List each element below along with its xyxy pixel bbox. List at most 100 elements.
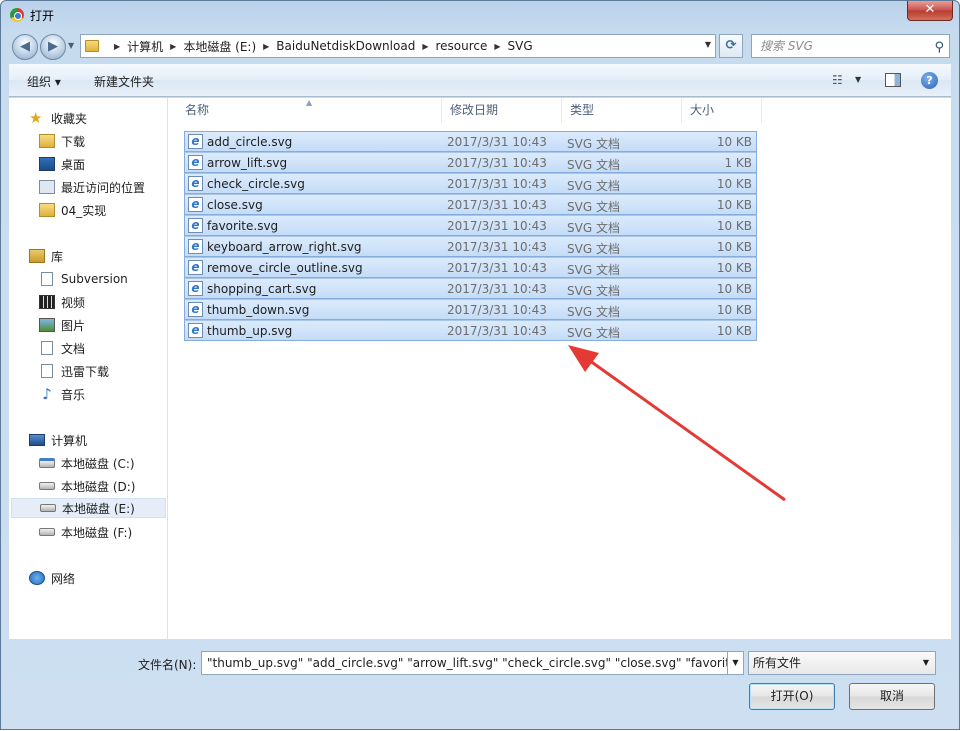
footer: 文件名(N): "thumb_up.svg" "add_circle.svg" … [9, 639, 951, 719]
nav-label: 桌面 [61, 157, 86, 172]
recent-locations-dropdown[interactable]: ▼ [68, 41, 74, 50]
file-name: thumb_up.svg [207, 324, 293, 338]
svg-file-icon: e [188, 176, 203, 191]
breadcrumb-drive-e[interactable]: 本地磁盘 (E:) [183, 38, 256, 55]
cancel-button[interactable]: 取消 [849, 683, 935, 710]
chevron-right-icon[interactable]: ▶ [263, 42, 269, 51]
nav-computer[interactable]: 计算机 [29, 430, 87, 450]
file-date: 2017/3/31 10:43 [447, 303, 547, 317]
file-name: close.svg [207, 198, 263, 212]
nav-drive-e[interactable]: 本地磁盘 (E:) [11, 498, 166, 518]
file-list[interactable]: ▲ 名称 修改日期 类型 大小 e add_circle.svg 2017/3/31… [169, 98, 951, 639]
document-icon [41, 341, 53, 355]
view-icon[interactable]: ☷ [832, 73, 848, 87]
svg-file-icon: e [188, 239, 203, 254]
nav-documents[interactable]: 文档 [39, 338, 85, 358]
content-area: ★ 收藏夹 下载 桌面 最近访问的位置 04_实现 库 Subversion 视… [9, 98, 951, 639]
file-row[interactable]: e add_circle.svg 2017/3/31 10:43 SVG 文档 10 K… [184, 131, 757, 152]
nav-subversion[interactable]: Subversion [39, 269, 128, 289]
forward-button[interactable]: ▶ [40, 34, 66, 60]
search-icon[interactable]: ⚲ [934, 37, 944, 59]
column-header-name[interactable]: 名称 [177, 98, 442, 123]
file-row[interactable]: e remove_circle_outline.svg 2017/3/31 10:4… [184, 257, 757, 278]
chevron-right-icon[interactable]: ▶ [170, 42, 176, 51]
nav-recent-places[interactable]: 最近访问的位置 [39, 177, 145, 197]
file-row[interactable]: e arrow_lift.svg 2017/3/31 10:43 SVG 文档 1 KB [184, 152, 757, 173]
file-size: 10 KB [716, 324, 752, 338]
nav-drive-f[interactable]: 本地磁盘 (F:) [39, 522, 132, 542]
breadcrumb-computer[interactable]: 计算机 [127, 38, 163, 55]
nav-favorites[interactable]: ★ 收藏夹 [29, 108, 87, 128]
file-type-select[interactable]: 所有文件 ▼ [748, 651, 936, 675]
file-type: SVG 文档 [567, 158, 620, 172]
chevron-right-icon[interactable]: ▶ [494, 42, 500, 51]
filename-dropdown[interactable]: ▼ [728, 651, 744, 675]
nav-drive-d[interactable]: 本地磁盘 (D:) [39, 476, 135, 496]
refresh-button[interactable]: ⟳ [719, 34, 743, 58]
file-name: add_circle.svg [207, 135, 293, 149]
svg-file-icon: e [188, 197, 203, 212]
file-row[interactable]: e thumb_up.svg 2017/3/31 10:43 SVG 文档 10 KB [184, 320, 757, 341]
nav-label: 收藏夹 [51, 111, 88, 126]
title-bar: 打开 ✕ [1, 1, 959, 29]
file-date: 2017/3/31 10:43 [447, 324, 547, 338]
view-dropdown[interactable]: ▼ [855, 75, 861, 84]
nav-desktop[interactable]: 桌面 [39, 154, 85, 174]
file-type: SVG 文档 [567, 326, 620, 340]
back-button[interactable]: ◀ [12, 34, 38, 60]
file-name: check_circle.svg [207, 177, 305, 191]
column-header-date[interactable]: 修改日期 [442, 98, 562, 123]
back-icon: ◀ [20, 39, 30, 54]
nav-label: 04_实现 [61, 203, 107, 218]
file-size: 10 KB [716, 198, 752, 212]
nav-network[interactable]: 网络 [29, 568, 75, 588]
nav-videos[interactable]: 视频 [39, 292, 85, 312]
file-size: 10 KB [716, 177, 752, 191]
file-row[interactable]: e favorite.svg 2017/3/31 10:43 SVG 文档 10 KB [184, 215, 757, 236]
document-icon [41, 272, 53, 286]
svg-file-icon: e [188, 260, 203, 275]
open-file-dialog: 打开 ✕ ◀ ▶ ▼ ▶ 计算机 ▶ 本地磁盘 (E:) ▶ BaiduNetd… [0, 0, 960, 730]
file-type: SVG 文档 [567, 179, 620, 193]
picture-icon [39, 318, 55, 332]
breadcrumb-svg[interactable]: SVG [508, 39, 533, 53]
file-row[interactable]: e thumb_down.svg 2017/3/31 10:43 SVG 文档 10 K… [184, 299, 757, 320]
file-row[interactable]: e shopping_cart.svg 2017/3/31 10:43 SVG 文档 1… [184, 278, 757, 299]
chevron-right-icon[interactable]: ▶ [114, 42, 120, 51]
nav-music[interactable]: ♪ 音乐 [39, 384, 85, 404]
address-bar[interactable]: ▶ 计算机 ▶ 本地磁盘 (E:) ▶ BaiduNetdiskDownload… [80, 34, 716, 58]
column-header-type[interactable]: 类型 [562, 98, 682, 123]
new-folder-button[interactable]: 新建文件夹 [94, 73, 154, 90]
file-name: thumb_down.svg [207, 303, 310, 317]
chevron-right-icon[interactable]: ▶ [422, 42, 428, 51]
nav-pictures[interactable]: 图片 [39, 315, 85, 335]
breadcrumb-resource[interactable]: resource [435, 39, 487, 53]
nav-label: 文档 [61, 341, 86, 356]
file-date: 2017/3/31 10:43 [447, 261, 547, 275]
file-type: SVG 文档 [567, 137, 620, 151]
folder-icon [39, 134, 55, 148]
file-row[interactable]: e keyboard_arrow_right.svg 2017/3/31 10:43… [184, 236, 757, 257]
preview-pane-icon[interactable] [885, 73, 901, 87]
video-icon [39, 295, 55, 309]
search-input[interactable]: 搜索 SVG ⚲ [751, 34, 950, 58]
help-icon[interactable]: ? [921, 72, 938, 89]
nav-drive-c[interactable]: 本地磁盘 (C:) [39, 453, 135, 473]
nav-04-folder[interactable]: 04_实现 [39, 200, 106, 220]
organize-button[interactable]: 组织 ▾ [27, 73, 61, 90]
breadcrumb-baidu[interactable]: BaiduNetdiskDownload [276, 39, 415, 53]
file-row[interactable]: e close.svg 2017/3/31 10:43 SVG 文档 10 KB [184, 194, 757, 215]
svg-file-icon: e [188, 134, 203, 149]
navigation-pane[interactable]: ★ 收藏夹 下载 桌面 最近访问的位置 04_实现 库 Subversion 视… [9, 98, 168, 639]
nav-downloads[interactable]: 下载 [39, 131, 85, 151]
close-button[interactable]: ✕ [907, 1, 953, 21]
address-dropdown[interactable]: ▼ [705, 40, 711, 49]
forward-icon: ▶ [48, 39, 58, 54]
column-header-size[interactable]: 大小 [682, 98, 762, 123]
nav-libraries[interactable]: 库 [29, 246, 63, 266]
open-button[interactable]: 打开(O) [749, 683, 835, 710]
system-drive-icon [39, 458, 55, 468]
filename-input[interactable]: "thumb_up.svg" "add_circle.svg" "arrow_l… [201, 651, 728, 675]
nav-xunlei[interactable]: 迅雷下载 [39, 361, 109, 381]
file-row[interactable]: e check_circle.svg 2017/3/31 10:43 SVG 文档 10… [184, 173, 757, 194]
